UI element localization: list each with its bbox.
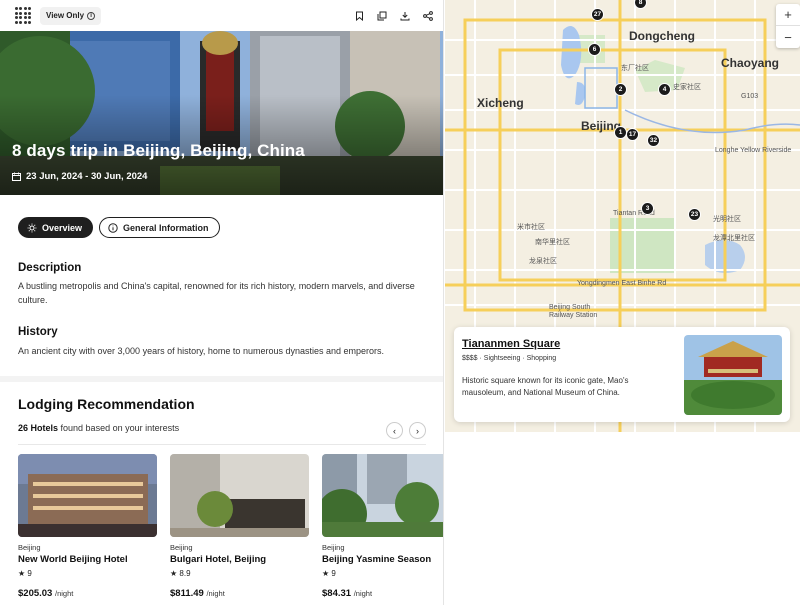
chevron-right-icon: › bbox=[416, 425, 419, 436]
hotel-card[interactable]: Beijing New World Beijing Hotel ★ 9 $205… bbox=[18, 454, 157, 599]
map-label-district: 米市社区 bbox=[517, 224, 545, 231]
map-pin[interactable]: 1 bbox=[614, 126, 627, 139]
hotel-name: Bulgari Hotel, Beijing bbox=[170, 554, 267, 565]
description-text: A bustling metropolis and China's capita… bbox=[18, 281, 415, 305]
map-label-road: Longhe Yellow Riverside bbox=[715, 147, 792, 154]
hotel-price: $205.03 /night bbox=[18, 588, 157, 599]
map-label-district: 龙泉社区 bbox=[529, 258, 557, 265]
carousel-next-button[interactable]: › bbox=[409, 422, 426, 439]
place-name-link[interactable]: Tiananmen Square bbox=[462, 338, 560, 350]
tab-overview-label: Overview bbox=[42, 222, 83, 233]
trip-panel: View Only i 8 days trip in Beijing, Beij… bbox=[0, 0, 444, 605]
map-pin[interactable]: 23 bbox=[688, 208, 701, 221]
map-label-district: 史家社区 bbox=[673, 84, 701, 91]
copy-icon[interactable] bbox=[377, 11, 387, 21]
map-label-road: G103 bbox=[741, 93, 759, 100]
hotel-price-value: $205.03 bbox=[18, 588, 53, 599]
map-pin[interactable]: 3 bbox=[641, 202, 654, 215]
view-only-badge[interactable]: View Only i bbox=[40, 6, 102, 25]
hotel-price-unit: /night bbox=[54, 589, 74, 598]
hotel-card[interactable]: Beijing Bulgari Hotel, Beijing ★ 8.9 $81… bbox=[170, 454, 309, 599]
hotel-rating: ★ 9 bbox=[18, 569, 32, 578]
map-label-xicheng: Xicheng bbox=[477, 96, 524, 110]
hero-banner: 8 days trip in Beijing, Beijing, China 2… bbox=[0, 31, 443, 195]
section-divider bbox=[0, 376, 443, 382]
chevron-left-icon: ‹ bbox=[393, 425, 396, 436]
map-pin[interactable]: 17 bbox=[626, 128, 639, 141]
history-text: An ancient city with over 3,000 years of… bbox=[18, 346, 385, 356]
hotel-name: New World Beijing Hotel bbox=[18, 554, 128, 565]
place-description: Historic square known for its iconic gat… bbox=[462, 376, 629, 397]
map-label-district: 光明社区 bbox=[713, 216, 741, 223]
hotel-rating: ★ 8.9 bbox=[170, 569, 191, 578]
hotel-rating: ★ 9 bbox=[322, 569, 336, 578]
hotel-city: Beijing bbox=[18, 543, 41, 552]
history-heading: History bbox=[18, 326, 58, 338]
map-label-chaoyang: Chaoyang bbox=[721, 56, 780, 70]
app-logo-icon[interactable] bbox=[14, 7, 32, 25]
trip-tabs: Overview General Information bbox=[18, 217, 220, 238]
hotel-price-unit: /night bbox=[206, 589, 225, 598]
map-label-dongcheng: Dongcheng bbox=[629, 29, 695, 43]
zoom-in-button[interactable]: + bbox=[776, 4, 800, 26]
sun-icon bbox=[27, 223, 37, 232]
trip-dates-text: 23 Jun, 2024 - 30 Jun, 2024 bbox=[26, 171, 148, 182]
share-icon[interactable] bbox=[423, 10, 433, 21]
hotel-city: Beijing bbox=[170, 543, 193, 552]
map-label-road: Yongdingmen East Binhe Rd bbox=[577, 280, 667, 287]
carousel-prev-button[interactable]: ‹ bbox=[386, 422, 403, 439]
hotel-name: Beijing Yasmine Season bbox=[322, 554, 432, 565]
place-meta: $$$$ · Sightseeing · Shopping bbox=[462, 355, 557, 362]
trip-title: 8 days trip in Beijing, Beijing, China bbox=[12, 141, 305, 160]
tab-general-information-label: General Information bbox=[123, 222, 209, 233]
hotel-image bbox=[322, 454, 443, 537]
place-card[interactable]: Tiananmen Square $$$$ · Sightseeing · Sh… bbox=[454, 327, 790, 422]
map-label-station: Beijing South Railway Station bbox=[549, 304, 598, 319]
hotel-city: Beijing bbox=[322, 543, 345, 552]
hotel-price-unit: /night bbox=[353, 589, 373, 598]
lodging-count: 26 Hotels found based on your interests bbox=[18, 423, 179, 433]
download-icon[interactable] bbox=[400, 11, 410, 21]
calendar-icon bbox=[12, 172, 21, 181]
tab-overview[interactable]: Overview bbox=[18, 217, 94, 238]
zoom-out-button[interactable]: − bbox=[776, 26, 800, 48]
lodging-title: Lodging Recommendation bbox=[18, 396, 195, 412]
map-pin[interactable]: 6 bbox=[588, 43, 601, 56]
map-label-district: 龙潭北里社区 bbox=[713, 235, 755, 242]
hotel-rating-value: 9 bbox=[331, 569, 336, 578]
hotel-image bbox=[18, 454, 157, 537]
hotel-card[interactable]: Beijing Beijing Yasmine Season ★ 9 $84.3… bbox=[322, 454, 443, 599]
hotel-price-value: $84.31 bbox=[322, 588, 352, 599]
hotel-rating-value: 9 bbox=[27, 569, 32, 578]
hotel-image bbox=[170, 454, 309, 537]
view-only-label: View Only bbox=[46, 11, 85, 20]
hotel-divider bbox=[18, 444, 426, 445]
map-pin[interactable]: 32 bbox=[647, 134, 660, 147]
hotel-price: $84.31 /night bbox=[322, 588, 443, 599]
description-heading: Description bbox=[18, 262, 82, 274]
top-bar: View Only i bbox=[0, 0, 443, 31]
info-icon: i bbox=[87, 11, 96, 20]
map-pin[interactable]: 27 bbox=[591, 8, 604, 21]
lodging-count-suffix: found based on your interests bbox=[58, 423, 180, 433]
map-label-district: 东厂社区 bbox=[621, 65, 649, 72]
map-pin[interactable]: 4 bbox=[658, 83, 671, 96]
place-image bbox=[684, 335, 782, 415]
hotel-rating-value: 8.9 bbox=[179, 569, 191, 578]
bookmark-icon[interactable] bbox=[354, 11, 364, 21]
hotel-price: $811.49 /night bbox=[170, 588, 309, 599]
lodging-count-number: 26 Hotels bbox=[18, 423, 59, 433]
map-label-district: 南华里社区 bbox=[535, 239, 570, 246]
tab-general-information[interactable]: General Information bbox=[99, 217, 220, 238]
zoom-control: + − bbox=[776, 4, 800, 48]
info-icon bbox=[108, 222, 118, 233]
hotel-price-value: $811.49 bbox=[170, 588, 204, 599]
trip-dates: 23 Jun, 2024 - 30 Jun, 2024 bbox=[12, 171, 147, 182]
map-pin[interactable]: 2 bbox=[614, 83, 627, 96]
